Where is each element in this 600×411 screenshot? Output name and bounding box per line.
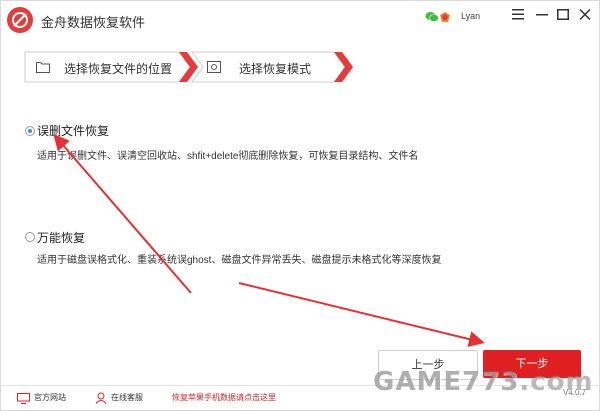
site-watermark: GAME773.com	[373, 367, 594, 397]
step-mode-label: 选择恢复模式	[239, 62, 312, 76]
close-icon[interactable]	[574, 5, 596, 27]
vip-badge-icon[interactable]	[439, 10, 451, 22]
customer-service-icon	[95, 391, 107, 409]
maximize-icon[interactable]	[552, 5, 574, 27]
step-location-label: 选择恢复文件的位置	[64, 62, 173, 76]
option-universal-description: 适用于磁盘误格式化、重装系统误ghost、磁盘文件异常丢失、磁盘提示未格式化等深…	[37, 255, 442, 266]
monitor-icon	[17, 391, 30, 409]
option-universal-title[interactable]: 万能恢复	[37, 229, 85, 246]
steps-bar: 选择恢复文件的位置 选择恢复模式	[24, 51, 354, 83]
option-deleted-title[interactable]: 误删文件恢复	[37, 122, 109, 139]
official-website-link[interactable]: 官方网站	[34, 392, 66, 403]
arrow-to-next-button	[238, 282, 485, 347]
iphone-recovery-link[interactable]: 恢复苹果手机数据请点击这里	[172, 392, 276, 403]
option-deleted-radio[interactable]	[25, 126, 35, 136]
user-name[interactable]: Lyan	[461, 11, 480, 21]
minimize-icon[interactable]	[531, 5, 553, 27]
option-deleted-description: 适用于误删文件、误清空回收站、shfit+delete彻底删除恢复，可恢复目录结…	[37, 151, 419, 162]
option-universal-radio[interactable]	[25, 232, 35, 242]
wechat-icon[interactable]	[425, 10, 439, 22]
title-bar: 金舟数据恢复软件 Lyan	[1, 1, 599, 39]
app-title: 金舟数据恢复软件	[41, 15, 146, 30]
menu-icon[interactable]	[507, 5, 529, 27]
watermark-text: GAME773	[373, 367, 520, 397]
online-service-link[interactable]: 在线客服	[111, 392, 143, 403]
app-window: 金舟数据恢复软件 Lyan 选择恢复文件的位置 选择恢复模式 误删文件恢复 适用…	[0, 0, 600, 411]
watermark-suffix: .com	[519, 367, 594, 397]
app-logo-icon	[7, 7, 33, 33]
